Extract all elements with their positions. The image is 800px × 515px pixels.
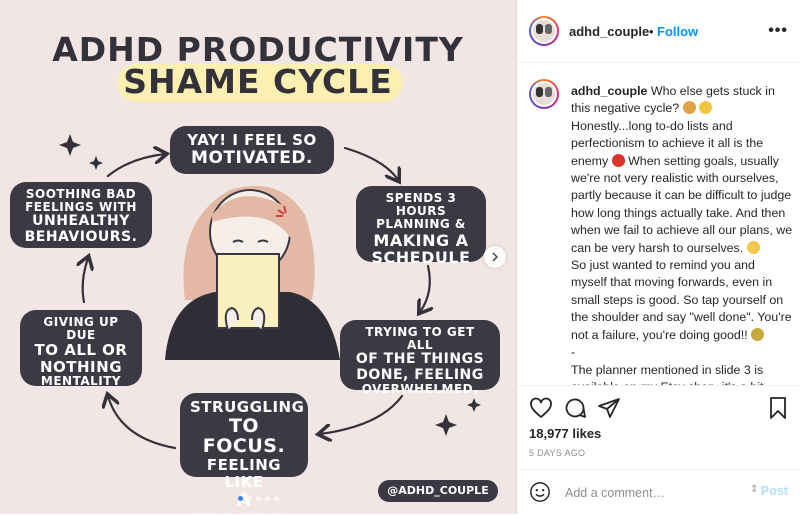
bubble-planning: SPENDS 3 HOURS PLANNING & MAKING A SCHED… [356,186,486,266]
carousel-dot [238,496,243,501]
header-username-link[interactable]: adhd_couple [569,24,649,39]
arrow-1 [106,154,165,178]
bubble-text: DONE, FEELING [356,366,484,383]
emoji-icon [699,101,713,115]
bubble-text: TRYING TO GET ALL [365,325,475,353]
separator-dot: • [649,24,654,39]
bubble-text: MOTIVATED. [191,147,313,168]
caption-text: The planner mentioned in slide 3 is avai… [571,362,764,386]
bubble-text: NOTHING [39,357,123,376]
post-actions: 18,977 likes 5 DAYS AGO [517,385,800,470]
bubble-text: PLANNING & [376,217,466,232]
post-header: adhd_couple • Follow ••• [517,0,800,63]
bubble-text: MENTALITY [40,374,122,389]
bubble-overwhelmed: TRYING TO GET ALL OF THE THINGS DONE, FE… [340,320,500,396]
heart-icon[interactable] [529,396,553,420]
bubble-text: MAKING A [373,230,469,250]
emoji-icon [746,240,760,254]
avatar-ring [531,81,557,107]
bookmark-icon[interactable] [766,396,790,420]
chevron-right-icon [492,252,499,262]
comment-icon[interactable] [563,396,587,420]
post-image[interactable]: ADHD PRODUCTIVITY SHAME CYCLE YAY! I FEE… [0,0,516,514]
more-horizontal-icon[interactable]: ••• [768,22,788,40]
carousel-dot [265,496,270,501]
arrow-6 [83,258,88,304]
post-caption: adhd_couple Who else gets stuck in this … [571,83,793,385]
bubble-text: SCHEDULE [371,248,471,268]
avatar-image [533,83,555,105]
bubble-text: GIVING UP DUE [43,315,119,343]
bubble-text: A FAILURE. [195,489,293,514]
bubble-giving-up: GIVING UP DUE TO ALL OR NOTHING MENTALIT… [20,310,142,389]
share-icon[interactable] [597,396,621,420]
carousel-dots [238,496,279,501]
arrow-5 [108,396,177,450]
person-illustration [165,185,340,360]
bubble-text: STRUGGLING [190,398,305,416]
caption-text: When setting goals, usually we're not ve… [571,153,793,255]
arrow-3 [420,264,430,312]
comment-form: ⇕ Post [517,469,800,515]
avatar[interactable] [529,16,559,46]
loading-icon: ⇕ [750,484,759,495]
bubble-text: SPENDS 3 HOURS [385,191,457,219]
avatar-ring [531,18,557,44]
bubble-text: BEHAVIOURS. [24,228,138,245]
watermark: @ADHD_COUPLE [378,480,498,502]
caption-avatar[interactable] [529,79,559,109]
caption-area: adhd_couple Who else gets stuck in this … [517,63,800,385]
post-date[interactable]: 5 DAYS AGO [529,448,585,458]
arrow-2 [343,146,398,180]
post-sidebar: adhd_couple • Follow ••• adhd_couple Who… [516,0,800,514]
post-comment-button[interactable]: Post [761,484,788,498]
avatar-image [533,20,555,42]
emoji-picker-icon[interactable] [529,481,551,503]
bubble-text: OF THE THINGS [355,351,485,368]
bubble-text: OVERWHELMED. [361,382,479,397]
emoji-icon [682,101,696,115]
likes-count[interactable]: 18,977 likes [529,426,601,441]
bubble-text: YAY! I FEEL SO [187,131,317,149]
bubble-text: FEELING LIKE [206,456,282,491]
bubble-text: UNHEALTHY [32,213,130,230]
carousel-dot [247,496,252,501]
carousel-next-button[interactable] [484,246,506,268]
caption-text: - [571,345,576,360]
caption-username-link[interactable]: adhd_couple [571,84,647,98]
bubble-failure: STRUGGLING TO FOCUS. FEELING LIKE A FAIL… [180,393,308,514]
devil-emoji-icon [611,153,625,167]
bubble-motivated: YAY! I FEEL SO MOTIVATED. [170,126,334,174]
bubble-text: TO FOCUS. [202,414,286,458]
comment-input[interactable] [563,483,747,503]
carousel-dot [256,496,261,501]
sparkle-emoji-icon [751,327,765,341]
bubble-soothing: SOOTHING BAD FEELINGS WITH UNHEALTHY BEH… [10,182,152,248]
follow-button[interactable]: Follow [657,24,698,39]
bubble-text: TO ALL OR [34,341,128,360]
arrow-4 [320,394,404,434]
carousel-dot [274,496,279,501]
